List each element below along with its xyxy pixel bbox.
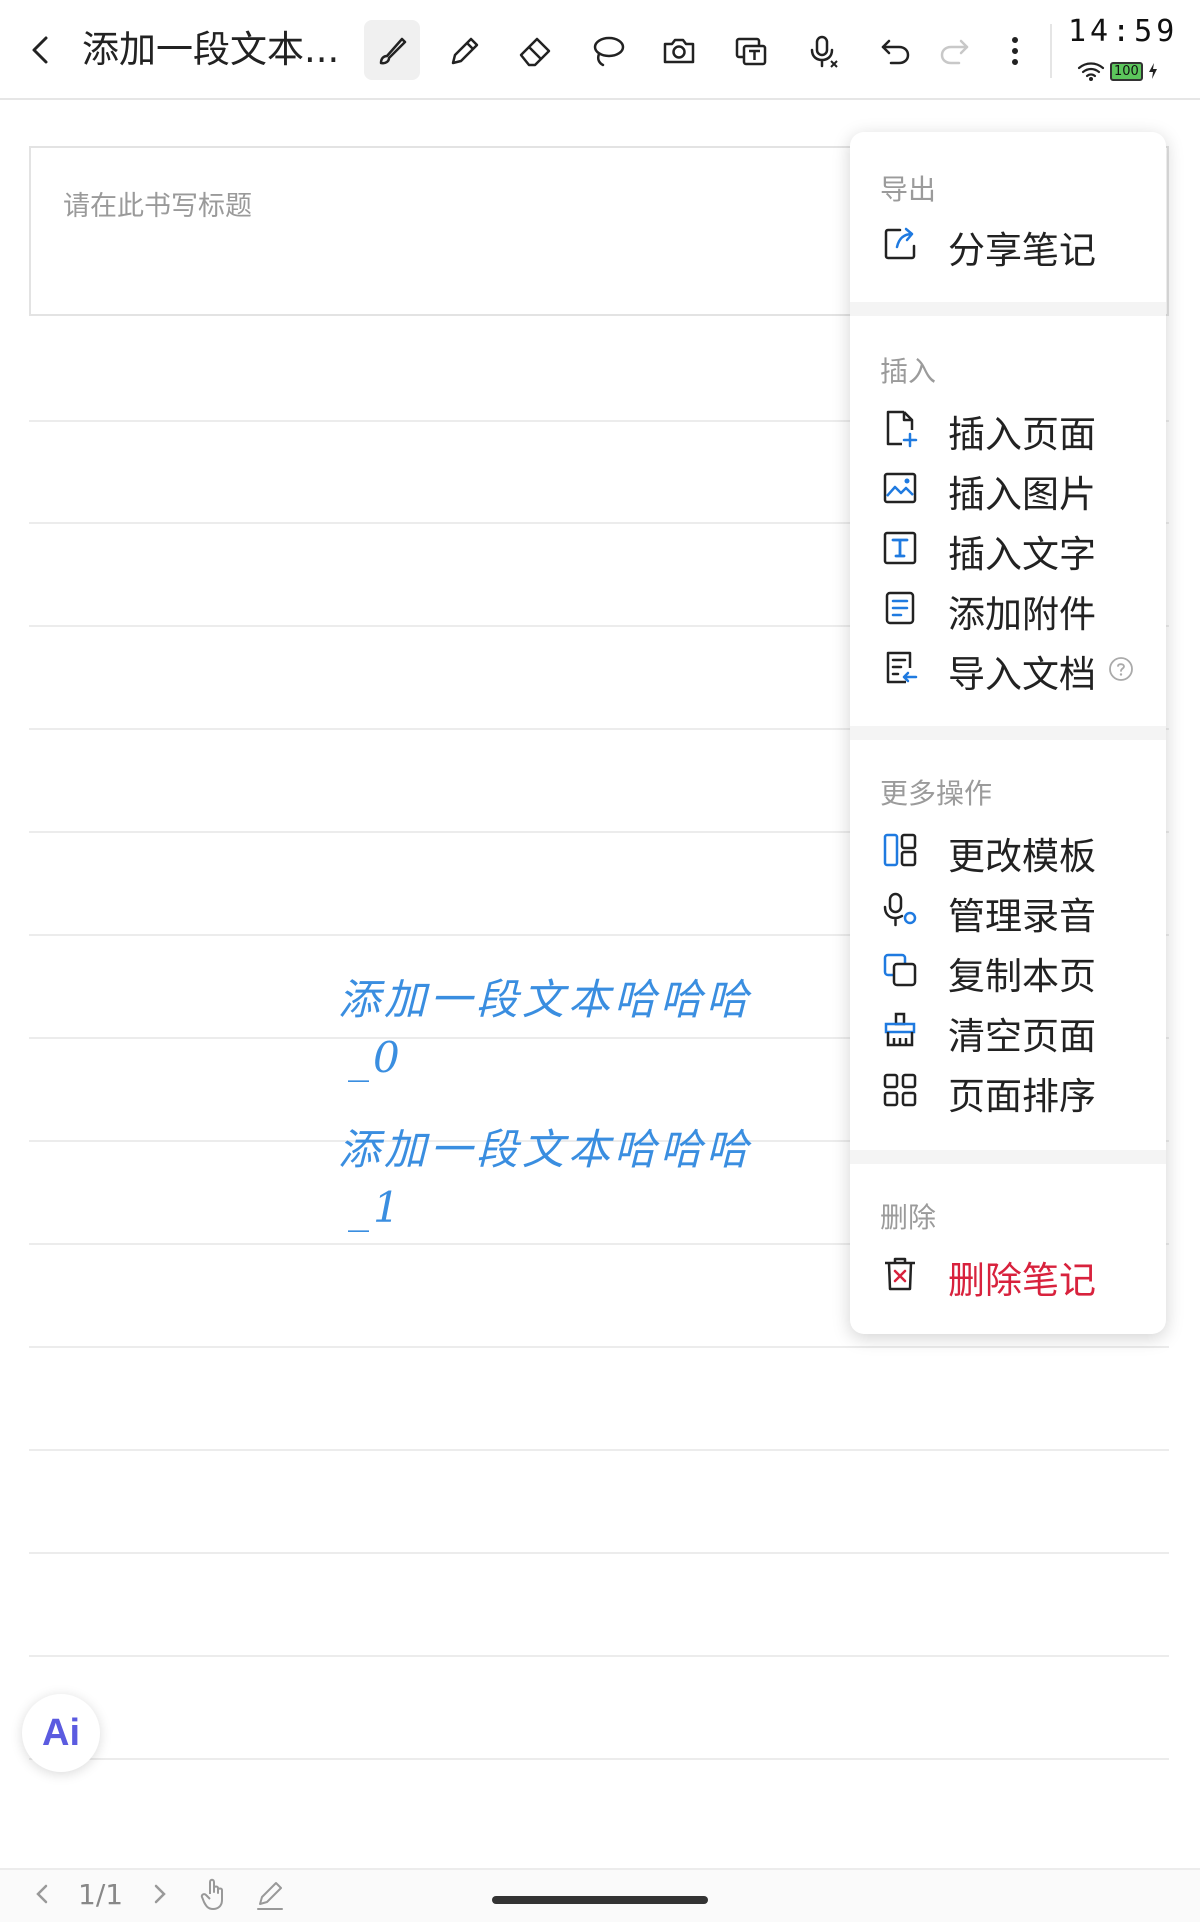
eraser-icon — [519, 37, 551, 67]
help-icon[interactable] — [1108, 656, 1134, 682]
handwritten-text[interactable]: 添加一段文本哈哈哈 — [338, 966, 752, 1027]
undo-button[interactable] — [870, 26, 920, 76]
menu-item-delete-note[interactable]: 删除笔记 — [850, 1246, 1166, 1302]
menu-item-insert-text[interactable]: 插入文字 — [850, 520, 1166, 576]
more-icon — [1012, 37, 1018, 65]
chevron-right-icon — [154, 1884, 166, 1904]
menu-item-add-attachment[interactable]: 添加附件 — [850, 580, 1166, 636]
brush-icon — [379, 37, 407, 65]
ruled-line — [29, 1449, 1169, 1451]
eraser-tool-button[interactable] — [510, 26, 560, 76]
title-placeholder: 请在此书写标题 — [63, 191, 252, 222]
menu-item-change-template[interactable]: 更改模板 — [850, 822, 1166, 878]
import-document-icon — [886, 651, 918, 684]
camera-button[interactable] — [654, 26, 704, 76]
menu-item-label: 添加附件 — [948, 593, 1096, 636]
ai-icon: Ai — [42, 1711, 80, 1754]
insert-text-icon — [883, 531, 917, 565]
insert-page-icon — [886, 410, 918, 448]
menu-item-copy-page[interactable]: 复制本页 — [850, 942, 1166, 998]
ai-assistant-button[interactable]: Ai — [22, 1694, 100, 1772]
attachment-icon — [885, 591, 915, 625]
menu-item-import-document[interactable]: 导入文档 — [850, 640, 1166, 696]
text-recognize-button[interactable] — [726, 26, 776, 76]
copy-page-icon — [883, 953, 917, 987]
menu-item-label: 更改模板 — [948, 835, 1096, 878]
page-indicator: 1/1 — [78, 1878, 124, 1911]
next-page-button[interactable] — [150, 1880, 170, 1915]
redo-button[interactable] — [930, 26, 980, 76]
menu-item-sort-pages[interactable]: 页面排序 — [850, 1062, 1166, 1118]
menu-item-label: 插入图片 — [948, 473, 1096, 516]
chevron-left-icon — [36, 1884, 48, 1904]
redo-icon — [940, 39, 969, 65]
ruled-line — [29, 1655, 1169, 1657]
menu-group-header-export: 导出 — [880, 173, 937, 206]
ruled-line — [29, 1552, 1169, 1554]
menu-item-share-note[interactable]: 分享笔记 — [850, 216, 1166, 272]
lasso-icon — [593, 36, 625, 67]
charging-icon — [1148, 63, 1157, 79]
menu-group-divider — [850, 726, 1166, 740]
pencil-tool-button[interactable] — [440, 26, 490, 76]
camera-icon — [663, 38, 695, 64]
menu-item-label: 页面排序 — [948, 1075, 1096, 1118]
recording-icon — [883, 892, 917, 927]
template-icon — [883, 833, 917, 867]
menu-item-label: 清空页面 — [948, 1015, 1096, 1058]
note-title[interactable]: 添加一段文本... — [82, 26, 339, 74]
hand-pointer-icon — [200, 1878, 223, 1910]
toolbar-divider — [1050, 24, 1052, 78]
voice-input-button[interactable] — [798, 26, 848, 76]
lasso-tool-button[interactable] — [582, 26, 632, 76]
wifi-icon — [1077, 62, 1105, 81]
clear-page-icon — [884, 1012, 916, 1047]
brush-tool-button[interactable] — [364, 20, 420, 80]
menu-group-divider — [850, 1150, 1166, 1164]
menu-item-label: 导入文档 — [948, 653, 1096, 696]
more-options-button[interactable] — [990, 26, 1040, 76]
menu-group-header-more-actions: 更多操作 — [880, 777, 993, 810]
menu-group-header-insert: 插入 — [880, 355, 937, 388]
pen-icon — [257, 1882, 283, 1910]
status-clock: 14:59 — [1068, 14, 1179, 49]
menu-item-label: 管理录音 — [948, 895, 1096, 938]
status-icons: 100 — [1076, 60, 1159, 82]
share-icon — [884, 227, 916, 260]
home-indicator[interactable] — [492, 1896, 708, 1904]
bottom-bar: 1/1 — [0, 1868, 1200, 1922]
menu-item-label: 复制本页 — [948, 955, 1096, 998]
top-toolbar: 添加一段文本... 14:59 100 — [0, 0, 1200, 100]
handwritten-text[interactable]: _1 — [348, 1183, 404, 1232]
undo-icon — [881, 39, 910, 65]
menu-group-divider — [850, 302, 1166, 316]
menu-item-insert-page[interactable]: 插入页面 — [850, 400, 1166, 456]
menu-item-clear-page[interactable]: 清空页面 — [850, 1002, 1166, 1058]
pencil-icon — [451, 37, 479, 65]
back-button[interactable] — [22, 30, 62, 70]
insert-image-icon — [883, 472, 917, 504]
pen-mode-button[interactable] — [254, 1876, 286, 1919]
menu-group-header-delete: 删除 — [880, 1201, 937, 1234]
battery-indicator: 100 — [1110, 61, 1143, 81]
ruled-line — [29, 1346, 1169, 1348]
menu-item-manage-recordings[interactable]: 管理录音 — [850, 882, 1166, 938]
more-options-menu: 导出 分享笔记 插入 插入页面 插入图片 插入文字 添加附件 导入文档 更多操作… — [850, 132, 1166, 1334]
text-recognize-icon — [735, 37, 767, 66]
delete-icon — [885, 1257, 915, 1291]
chevron-left-icon — [32, 36, 48, 64]
handwritten-text[interactable]: _0 — [348, 1033, 404, 1082]
menu-item-label: 删除笔记 — [948, 1259, 1096, 1302]
menu-item-label: 分享笔记 — [948, 229, 1096, 272]
handwritten-text[interactable]: 添加一段文本哈哈哈 — [338, 1116, 752, 1177]
menu-item-label: 插入文字 — [948, 533, 1096, 576]
microphone-icon — [810, 35, 838, 68]
sort-pages-icon — [883, 1073, 917, 1107]
previous-page-button[interactable] — [32, 1880, 52, 1915]
menu-item-insert-image[interactable]: 插入图片 — [850, 460, 1166, 516]
menu-item-label: 插入页面 — [948, 413, 1096, 456]
touch-mode-button[interactable] — [198, 1876, 230, 1919]
ruled-line — [29, 1758, 1169, 1760]
